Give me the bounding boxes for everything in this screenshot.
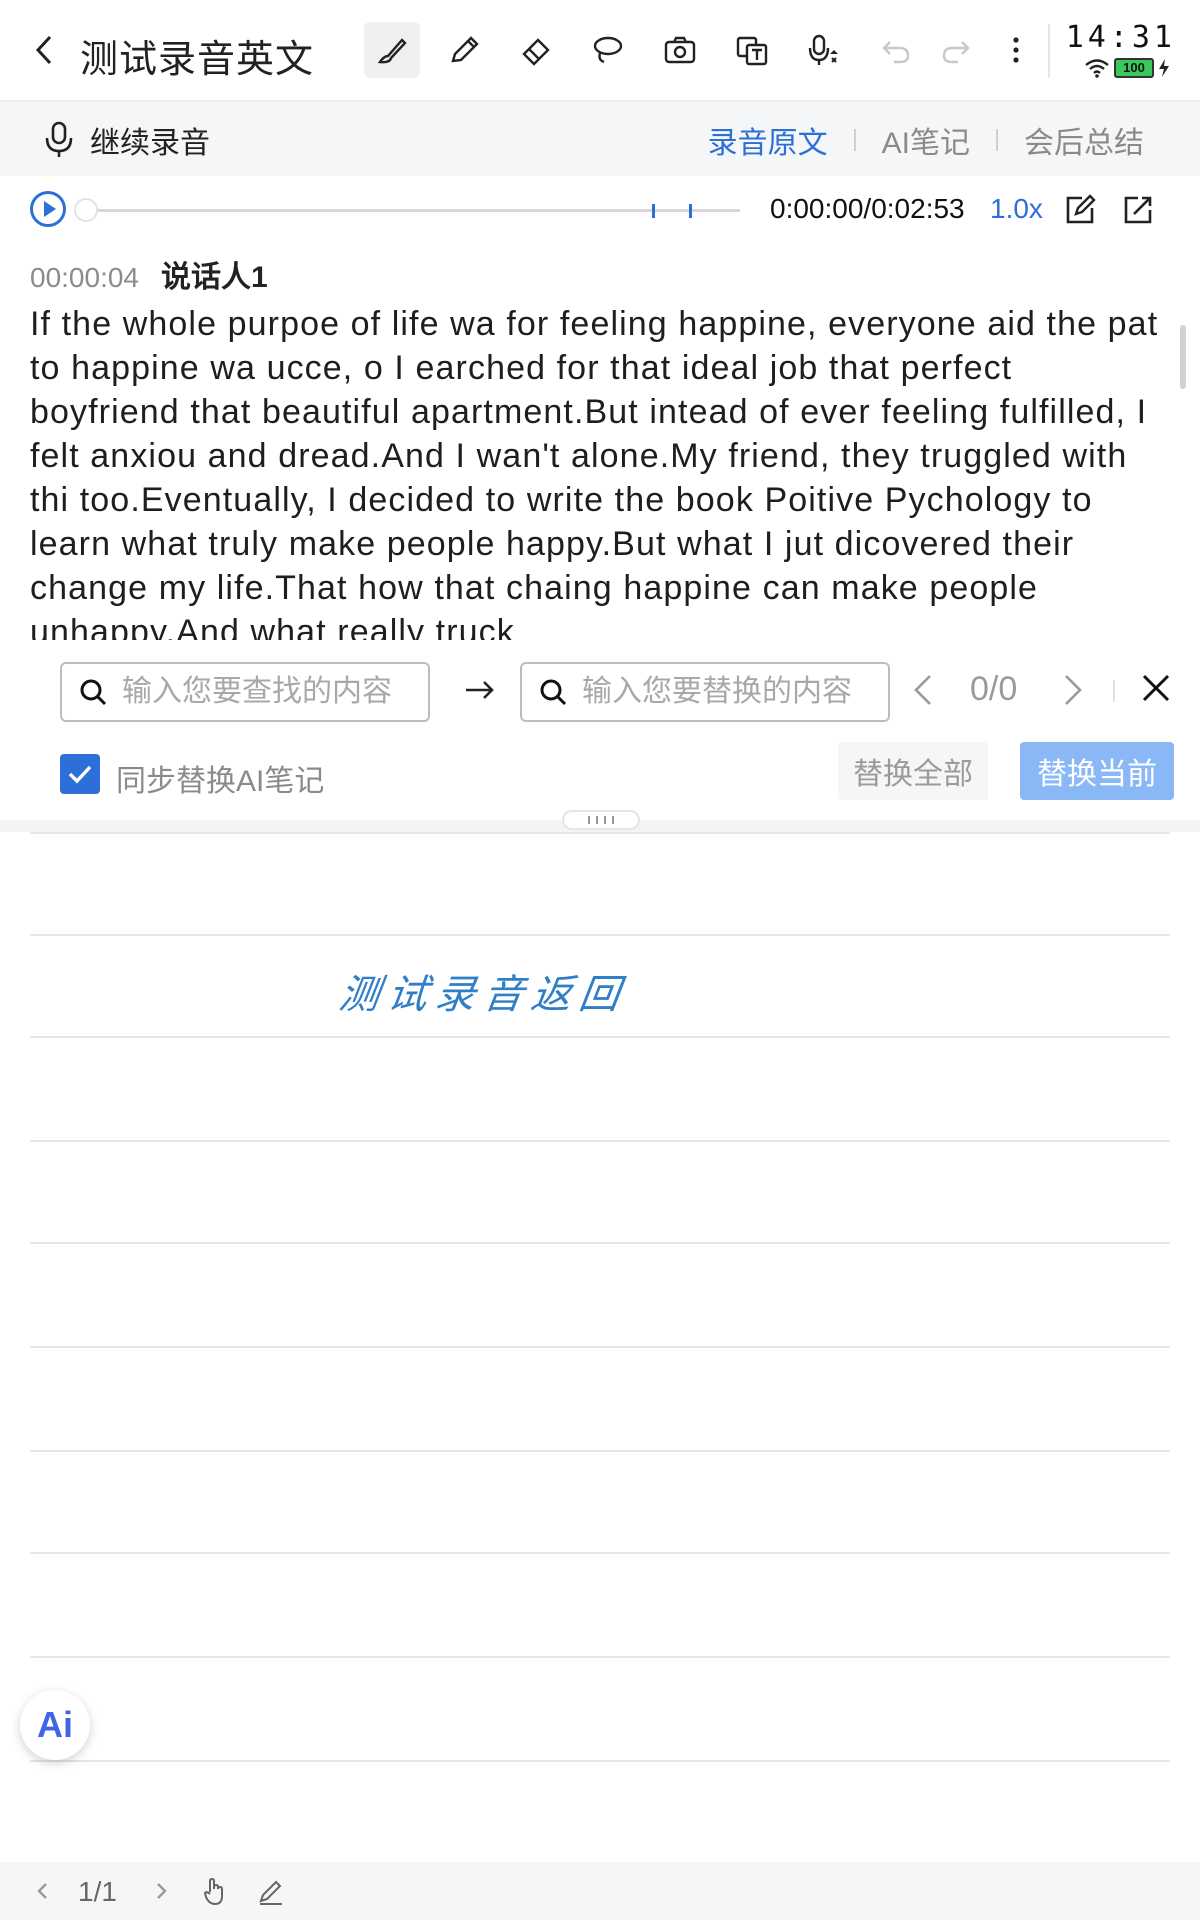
previous-page-button[interactable] — [28, 1876, 58, 1906]
lasso-icon — [593, 36, 623, 64]
search-icon — [540, 679, 567, 706]
wifi-icon — [1085, 59, 1109, 78]
find-replace-panel: 0/0 同步替换AI笔记 替换全部 替换当前 — [0, 640, 1200, 820]
arrow-right-icon — [466, 681, 494, 699]
ruled-line — [30, 1760, 1170, 1762]
tab-recording-transcript[interactable]: 录音原文 — [682, 118, 854, 162]
playback-speed-button[interactable]: 1.0x — [990, 193, 1043, 225]
voice-input-button[interactable] — [796, 22, 852, 78]
page-indicator: 1/1 — [78, 1876, 117, 1907]
top-toolbar: 测试录音英文 14:31 100 — [0, 0, 1200, 102]
playback-timecode: 0:00:00/0:02:53 — [770, 193, 965, 224]
ruled-line — [30, 1140, 1170, 1142]
brush-tool-button[interactable] — [364, 22, 420, 78]
tab-meeting-summary[interactable]: 会后总结 — [998, 118, 1170, 162]
scrollbar[interactable] — [1180, 325, 1186, 389]
charging-icon — [1159, 59, 1169, 77]
brush-icon — [377, 38, 407, 64]
status-icons: 100 — [1084, 58, 1170, 78]
eraser-icon — [522, 38, 550, 66]
ruled-line — [30, 1450, 1170, 1452]
hand-pointer-icon[interactable] — [200, 1876, 230, 1906]
bookmark-marker — [652, 204, 655, 218]
sync-ai-notes-label: 同步替换AI笔记 — [116, 765, 325, 798]
pen-icon — [451, 36, 479, 63]
ruled-line — [30, 1242, 1170, 1244]
voice-input-icon — [808, 34, 838, 65]
share-icon[interactable] — [1120, 192, 1156, 228]
continue-recording-label: 继续录音 — [90, 127, 210, 160]
toolbar-divider — [1048, 24, 1050, 78]
page-navigation-bar: 1/1 — [0, 1862, 1200, 1920]
match-count: 0/0 — [970, 670, 1018, 708]
sync-ai-notes-checkbox[interactable] — [60, 754, 100, 794]
ruled-line — [30, 1036, 1170, 1038]
handwriting-pen-icon[interactable] — [256, 1876, 286, 1906]
speaker-label: 说话人1 — [161, 261, 268, 294]
progress-track[interactable] — [80, 209, 740, 212]
undo-button[interactable] — [868, 22, 924, 78]
handwritten-note[interactable]: 测试录音返回 — [336, 962, 632, 1020]
resize-handle[interactable] — [562, 810, 640, 830]
audio-player: 0:00:00/0:02:53 1.0x — [0, 176, 1200, 246]
camera-icon — [664, 36, 696, 64]
ruled-line — [30, 1346, 1170, 1348]
camera-button[interactable] — [652, 22, 708, 78]
search-icon — [80, 679, 107, 706]
transcript-header: 00:00:04 说话人1 — [30, 252, 268, 296]
more-button[interactable] — [988, 22, 1044, 78]
check-icon — [68, 765, 92, 784]
replace-all-button[interactable]: 替换全部 — [838, 742, 988, 800]
lasso-tool-button[interactable] — [580, 22, 636, 78]
redo-icon — [942, 41, 970, 64]
play-icon — [44, 201, 56, 217]
battery-indicator: 100 — [1114, 58, 1154, 78]
translate-icon — [736, 36, 768, 66]
recording-subbar: 继续录音 录音原文 AI笔记 会后总结 — [0, 102, 1200, 176]
microphone-icon — [45, 121, 73, 157]
page-title: 测试录音英文 — [80, 39, 315, 81]
ruled-line — [30, 832, 1170, 834]
find-input[interactable] — [122, 675, 392, 709]
replace-input[interactable] — [582, 675, 852, 709]
replace-field[interactable] — [520, 662, 890, 722]
next-page-button[interactable] — [146, 1876, 176, 1906]
separator — [1113, 680, 1115, 702]
redo-button[interactable] — [928, 22, 984, 78]
content-tabs: 录音原文 AI笔记 会后总结 — [682, 118, 1170, 162]
progress-handle[interactable] — [74, 198, 98, 222]
replace-current-button[interactable]: 替换当前 — [1020, 742, 1174, 800]
play-button[interactable] — [30, 191, 66, 227]
next-match-button[interactable] — [1058, 670, 1088, 710]
ai-assistant-button[interactable]: Ai — [20, 1690, 90, 1760]
back-button[interactable] — [24, 30, 64, 70]
eraser-tool-button[interactable] — [508, 22, 564, 78]
find-field[interactable] — [60, 662, 430, 722]
transcript-text[interactable]: If the whole purpoe of life wa for feeli… — [30, 302, 1170, 640]
more-icon — [1013, 37, 1019, 63]
continue-recording-button[interactable]: 继续录音 — [44, 118, 210, 162]
ruled-line — [30, 934, 1170, 936]
close-icon[interactable] — [1138, 670, 1174, 706]
tab-ai-notes[interactable]: AI笔记 — [856, 118, 996, 162]
previous-match-button[interactable] — [908, 670, 938, 710]
edit-icon[interactable] — [1062, 192, 1098, 228]
undo-icon — [882, 41, 910, 64]
chevron-left-icon — [35, 35, 52, 65]
pen-tool-button[interactable] — [436, 22, 492, 78]
bookmark-marker — [689, 204, 692, 218]
status-time: 14:31 — [1065, 20, 1176, 55]
ruled-line — [30, 1552, 1170, 1554]
transcript-timestamp[interactable]: 00:00:04 — [30, 262, 139, 294]
ruled-line — [30, 1656, 1170, 1658]
translate-button[interactable] — [724, 22, 780, 78]
